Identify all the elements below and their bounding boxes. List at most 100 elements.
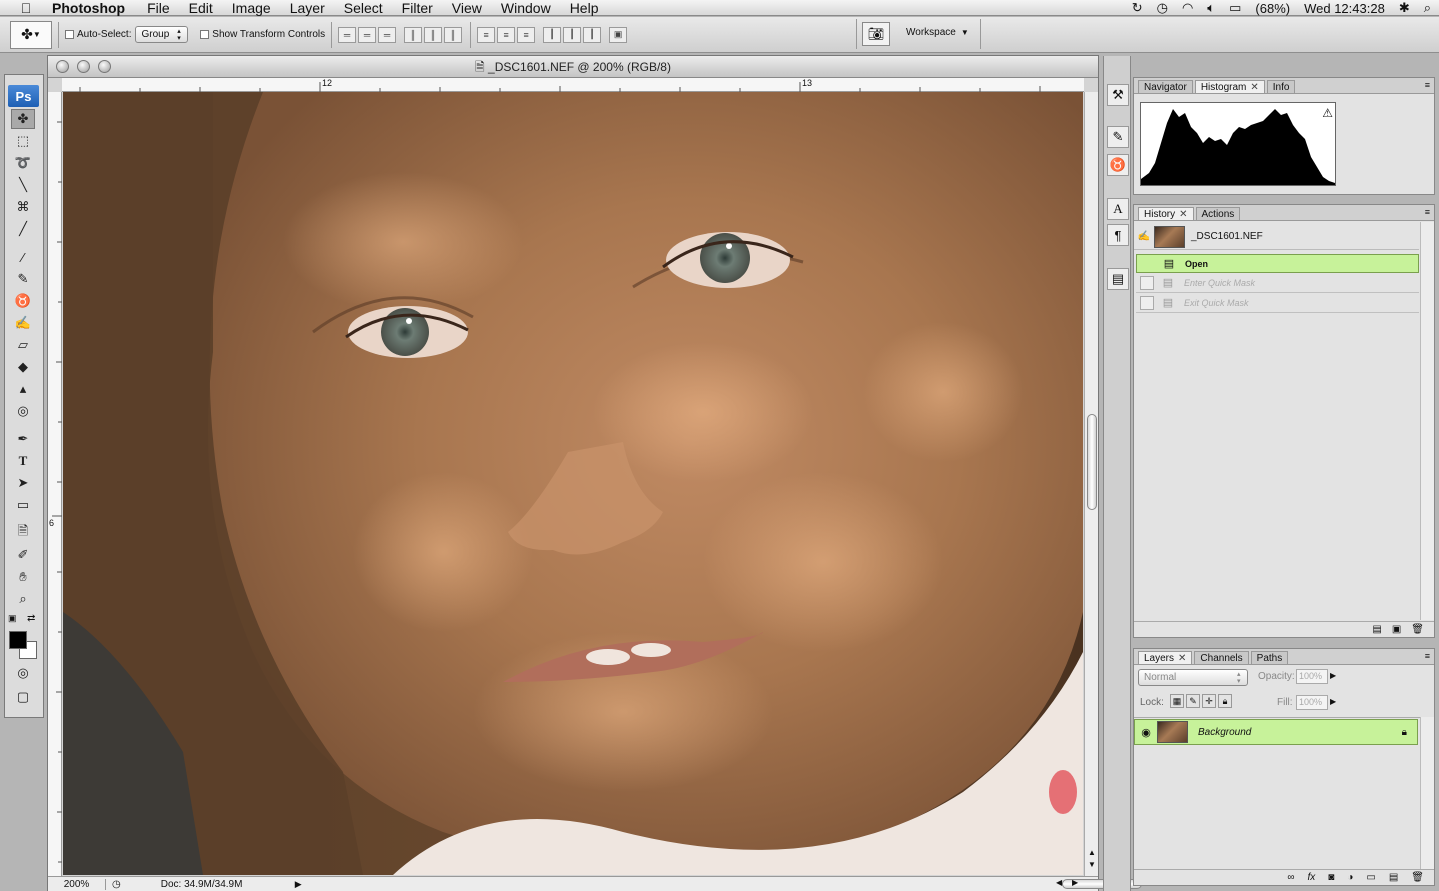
menu-image[interactable]: Image <box>232 0 271 16</box>
panel-menu-icon[interactable]: ≡ <box>1425 207 1430 217</box>
lock-position-icon[interactable]: ✛ <box>1202 694 1216 708</box>
align-top-button[interactable]: ═ <box>338 26 357 43</box>
quick-mask-button[interactable]: ◎ <box>11 663 35 683</box>
layer-style-icon[interactable]: fx <box>1308 872 1316 883</box>
distribute-left-button[interactable]: ┃ <box>543 26 562 43</box>
eye-icon[interactable]: ◉ <box>1135 726 1157 739</box>
ps-logo[interactable]: Ps <box>8 85 39 107</box>
zoom-level[interactable]: 200% <box>48 878 106 890</box>
menu-select[interactable]: Select <box>344 0 383 16</box>
move-tool[interactable]: ✤ <box>11 109 35 129</box>
clone-stamp-tool[interactable]: ♉ <box>11 291 35 311</box>
history-state[interactable]: ▤ Exit Quick Mask <box>1136 294 1419 313</box>
lasso-tool[interactable]: ➰ <box>11 153 35 173</box>
history-state-checkbox[interactable] <box>1140 276 1154 290</box>
distribute-bottom-button[interactable]: ≡ <box>517 26 536 43</box>
tab-info[interactable]: Info <box>1266 80 1296 93</box>
swap-colors-icon[interactable]: ⇄ <box>27 613 35 624</box>
brushes-button[interactable]: ✎ <box>1107 126 1129 148</box>
paint-bucket-tool[interactable]: ◆ <box>11 357 35 377</box>
status-icon[interactable]: ◷ <box>112 879 121 890</box>
history-state-checkbox[interactable] <box>1140 296 1154 310</box>
tool-preset-picker[interactable]: ✤ ▼ <box>10 20 52 49</box>
lock-pixels-icon[interactable]: ✎ <box>1186 694 1200 708</box>
opacity-field[interactable]: 100% <box>1296 669 1328 684</box>
align-hcenter-button[interactable]: ║ <box>424 26 443 43</box>
healing-tool[interactable]: ∕ <box>11 247 35 267</box>
new-document-icon[interactable]: ▤ <box>1372 624 1381 635</box>
layers-scrollbar[interactable] <box>1420 717 1434 869</box>
bridge-button[interactable]: 📷︎ <box>862 22 890 46</box>
menu-filter[interactable]: Filter <box>402 0 433 16</box>
tab-paths[interactable]: Paths <box>1250 651 1289 664</box>
new-layer-icon[interactable]: ▤ <box>1389 872 1398 883</box>
hand-tool[interactable]: ✋︎ <box>11 567 35 587</box>
notes-tool[interactable]: 🗎︎ <box>11 523 35 543</box>
vertical-scrollbar[interactable]: ▲ ▼ <box>1084 92 1098 876</box>
default-colors-icon[interactable]: ▣ <box>8 613 17 624</box>
adjustment-layer-icon[interactable]: ◑ <box>1347 872 1353 883</box>
image-canvas[interactable] <box>63 92 1083 875</box>
close-tab-icon[interactable]: ✕ <box>1178 653 1186 664</box>
history-state[interactable]: ▤ Enter Quick Mask <box>1136 274 1419 293</box>
battery-icon[interactable]: ▭ <box>1229 0 1241 16</box>
auto-select-checkbox[interactable] <box>65 30 74 39</box>
distribute-vcenter-button[interactable]: ≡ <box>497 26 516 43</box>
sync-icon[interactable]: ↻ <box>1132 0 1143 16</box>
blend-mode-dropdown[interactable]: Normal <box>1138 669 1248 686</box>
lock-transparency-icon[interactable]: ▦ <box>1170 694 1184 708</box>
align-bottom-button[interactable]: ═ <box>378 26 397 43</box>
scroll-right-icon[interactable]: ▶ <box>1072 878 1078 887</box>
eyedropper-tool[interactable]: ✐ <box>11 545 35 565</box>
workspace-menu[interactable]: Workspace ▼ <box>906 27 969 38</box>
scroll-down-icon[interactable]: ▼ <box>1088 860 1096 869</box>
pen-tool[interactable]: ✒ <box>11 429 35 449</box>
history-state-checkbox[interactable] <box>1141 257 1155 271</box>
tab-navigator[interactable]: Navigator <box>1138 80 1193 93</box>
close-tab-icon[interactable]: ✕ <box>1179 209 1187 220</box>
camera-icon[interactable]: ▣ <box>1392 624 1401 635</box>
clock[interactable]: Wed 12:43:28 <box>1304 1 1385 16</box>
clone-source-button[interactable]: ♉ <box>1107 154 1129 176</box>
lock-all-icon[interactable]: 🔒︎ <box>1218 694 1232 708</box>
menu-help[interactable]: Help <box>570 0 599 16</box>
history-state[interactable]: ▤ Open <box>1136 254 1419 273</box>
history-brush-source-icon[interactable]: ✍ <box>1134 231 1154 242</box>
app-menu[interactable]: Photoshop <box>52 0 125 16</box>
zoom-tool[interactable]: ⌕ <box>11 589 35 609</box>
blur-tool[interactable]: ▴ <box>11 379 35 399</box>
tool-presets-button[interactable]: ⚒ <box>1107 84 1129 106</box>
tab-history[interactable]: History ✕ <box>1138 207 1194 220</box>
volume-icon[interactable]: 🔈︎ <box>1207 0 1215 16</box>
tab-layers[interactable]: Layers ✕ <box>1138 651 1193 664</box>
character-button[interactable]: A <box>1107 198 1129 220</box>
zoom-button[interactable] <box>98 60 111 73</box>
trash-icon[interactable]: 🗑︎ <box>1411 624 1424 635</box>
distribute-right-button[interactable]: ┃ <box>583 26 602 43</box>
auto-align-button[interactable]: ▣ <box>609 26 628 43</box>
menu-layer[interactable]: Layer <box>290 0 325 16</box>
marquee-tool[interactable]: ⬚ <box>11 131 35 151</box>
layer-comps-button[interactable]: ▤ <box>1107 268 1129 290</box>
brush-tool[interactable]: ✎ <box>11 269 35 289</box>
status-menu-arrow-icon[interactable]: ▶ <box>295 879 302 890</box>
slice-tool[interactable]: ╱ <box>11 219 35 239</box>
close-tab-icon[interactable]: ✕ <box>1250 82 1258 93</box>
shape-tool[interactable]: ▭ <box>11 495 35 515</box>
dodge-tool[interactable]: ◎ <box>11 401 35 421</box>
foreground-color-swatch[interactable] <box>9 631 27 649</box>
transform-controls-checkbox[interactable] <box>200 30 210 39</box>
history-brush-tool[interactable]: ✍ <box>11 313 35 333</box>
close-button[interactable] <box>56 60 69 73</box>
minimize-button[interactable] <box>77 60 90 73</box>
screen-mode-button[interactable]: ▢ <box>11 687 35 707</box>
align-left-button[interactable]: ║ <box>404 26 423 43</box>
fill-field[interactable]: 100% <box>1296 695 1328 710</box>
menu-edit[interactable]: Edit <box>189 0 213 16</box>
magic-wand-tool[interactable]: ╲ <box>11 175 35 195</box>
warning-icon[interactable]: ⚠ <box>1322 106 1333 120</box>
scroll-left-icon[interactable]: ◀ <box>1056 878 1062 887</box>
menu-view[interactable]: View <box>452 0 482 16</box>
align-right-button[interactable]: ║ <box>444 26 463 43</box>
align-vcenter-button[interactable]: ═ <box>358 26 377 43</box>
